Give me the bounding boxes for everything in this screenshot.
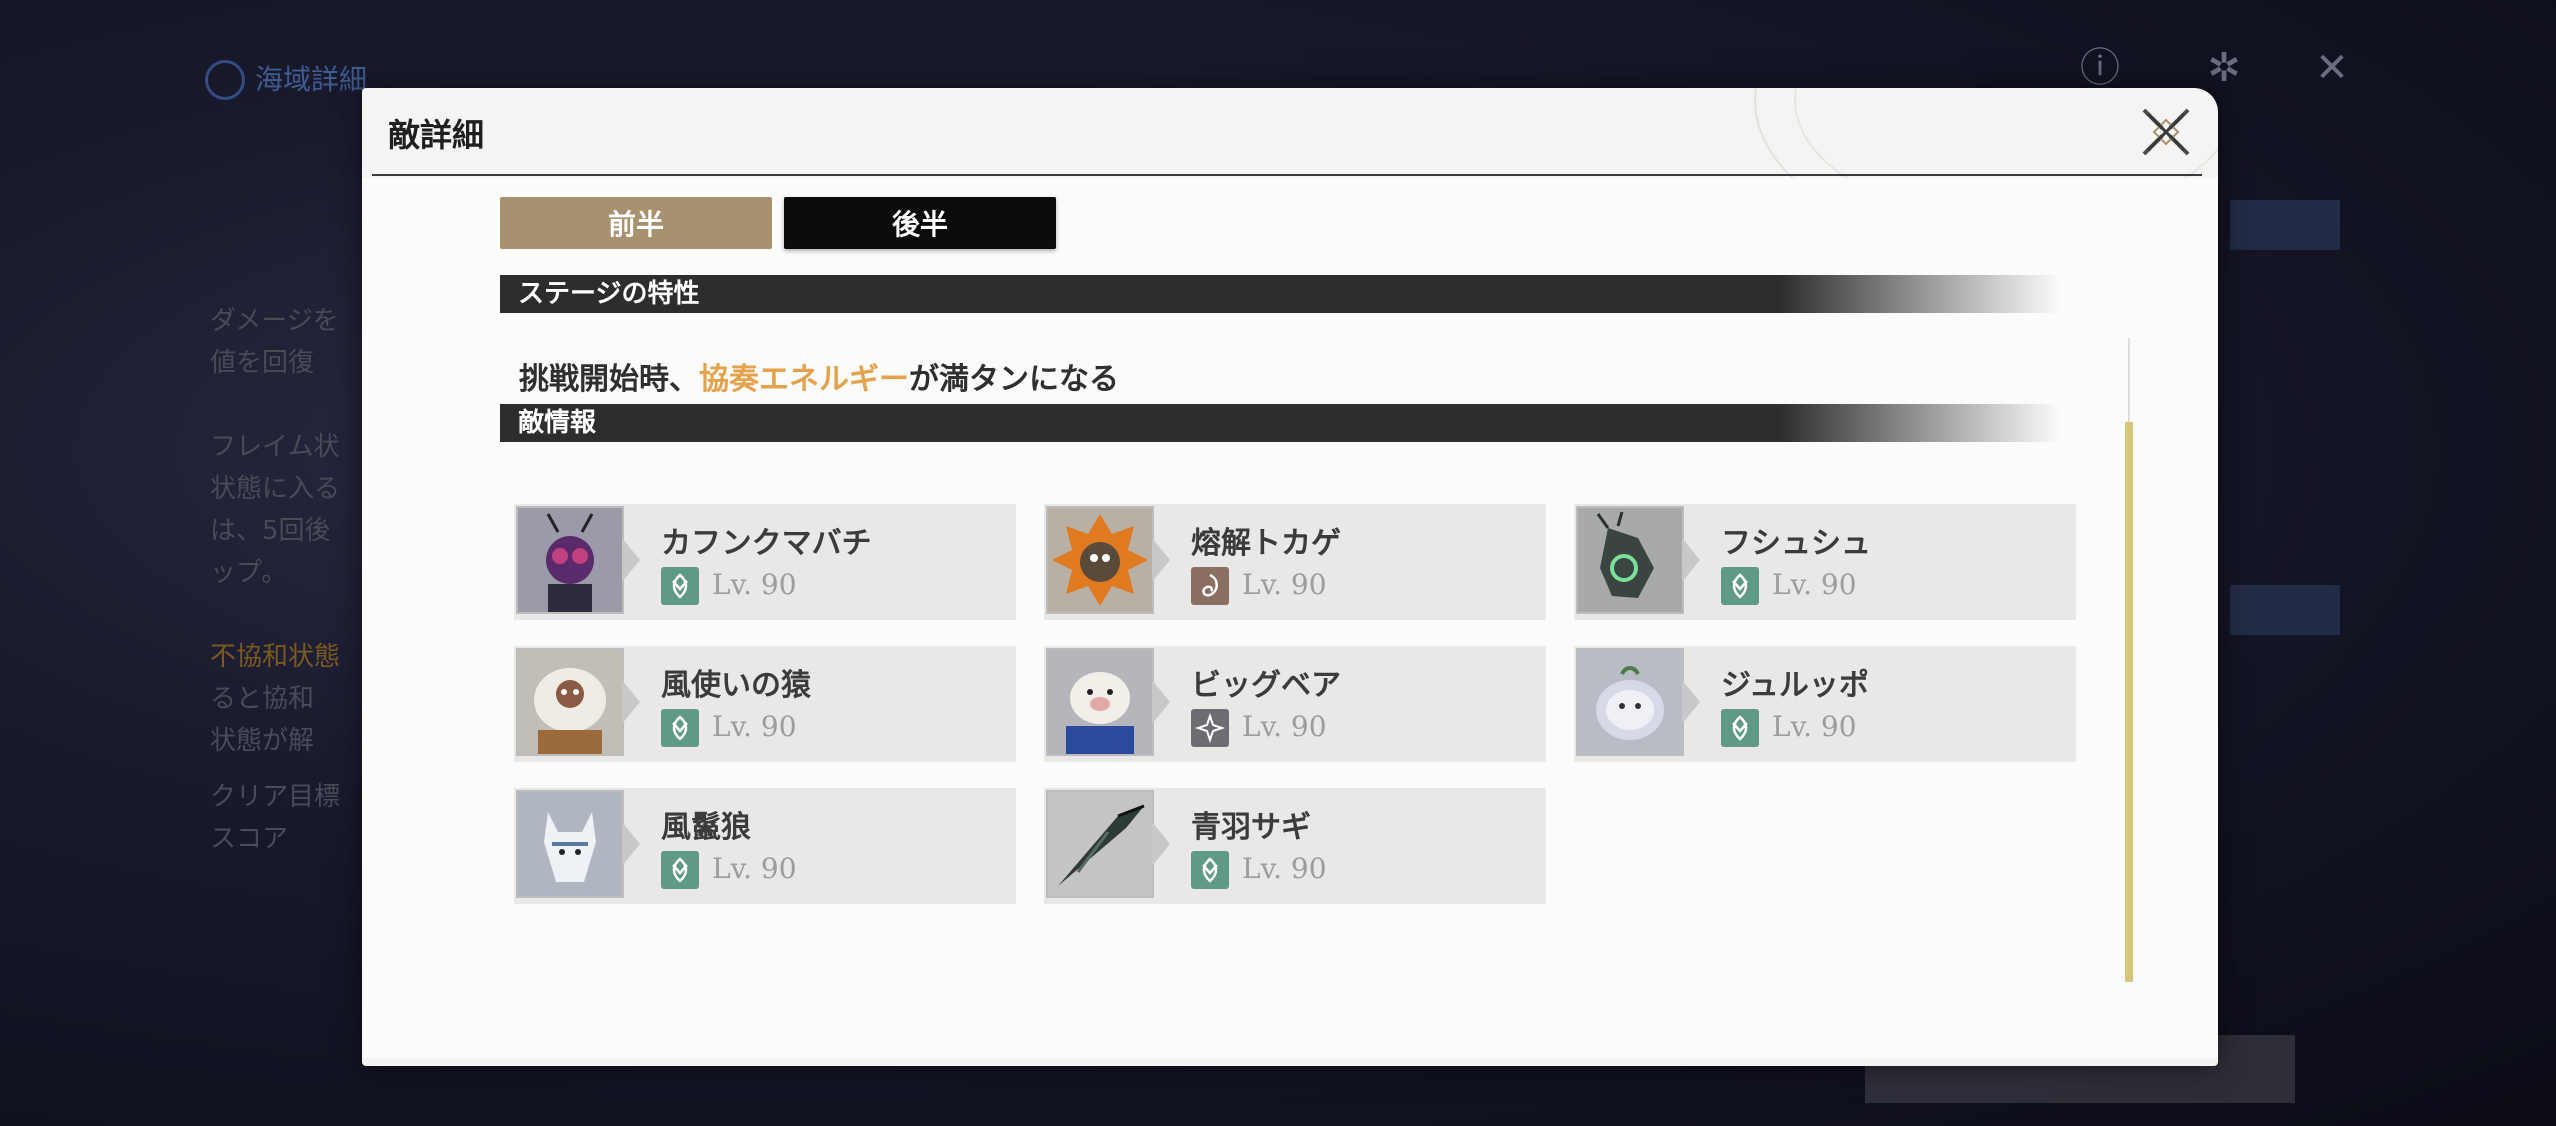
aero-attribute-icon — [1721, 709, 1759, 747]
background-side-panel: ダメージを 値を回復 フレイム状 状態に入る は、5回後 ップ。 不協和状態 る… — [210, 306, 341, 854]
enemy-portrait — [516, 506, 624, 614]
close-x-icon — [2142, 108, 2190, 156]
enemy-level: Lv. 90 — [1772, 710, 1857, 743]
background-badge — [2230, 200, 2340, 250]
header-divider — [372, 174, 2202, 176]
info-icon: ⓘ — [2080, 45, 2120, 91]
enemy-portrait — [1046, 790, 1154, 898]
stage-traits-header: ステージの特性 — [500, 275, 2060, 313]
enemy-detail-modal: 敵詳細 前半 後半 ステージの特性 挑戦開始時、協奏エネルギーが満タンになる 敵… — [362, 88, 2218, 1066]
enemy-card[interactable]: 青羽サギ Lv. 90 — [1044, 788, 1546, 904]
compass-icon: ✲ — [2207, 45, 2241, 91]
enemy-name: ビッグベア — [1191, 668, 1341, 703]
close-icon: ✕ — [2315, 45, 2349, 91]
aero-attribute-icon — [1191, 851, 1229, 889]
tab-first-half[interactable]: 前半 — [500, 197, 772, 249]
enemy-name: ジュルッポ — [1721, 668, 1869, 703]
enemy-portrait — [516, 648, 624, 756]
fusion-attribute-icon — [1191, 567, 1229, 605]
stage-trait-description: 挑戦開始時、協奏エネルギーが満タンになる — [519, 362, 1119, 397]
enemy-info-header: 敵情報 — [500, 404, 2060, 442]
enemy-name: カフンクマバチ — [661, 526, 872, 561]
enemy-portrait — [1046, 648, 1154, 756]
enemy-level: Lv. 90 — [1242, 852, 1327, 885]
enemy-card[interactable]: フシュシュ Lv. 90 — [1574, 504, 2076, 620]
enemy-level: Lv. 90 — [1772, 568, 1857, 601]
enemy-card[interactable]: ジュルッポ Lv. 90 — [1574, 646, 2076, 762]
enemy-card[interactable]: 熔解トカゲ Lv. 90 — [1044, 504, 1546, 620]
enemy-portrait — [1046, 506, 1154, 614]
enemy-portrait — [1576, 648, 1684, 756]
enemy-level: Lv. 90 — [1242, 710, 1327, 743]
enemy-name: 青羽サギ — [1191, 810, 1311, 845]
enemy-level: Lv. 90 — [712, 852, 797, 885]
background-title: 海域詳細 — [255, 63, 368, 96]
half-tabs: 前半 後半 — [500, 197, 1056, 249]
enemy-level: Lv. 90 — [712, 710, 797, 743]
enemy-name: フシュシュ — [1721, 526, 1871, 561]
enemy-name: 熔解トカゲ — [1191, 526, 1341, 561]
aero-attribute-icon — [1721, 567, 1759, 605]
tab-second-half[interactable]: 後半 — [784, 197, 1056, 249]
modal-header: 敵詳細 — [362, 88, 2218, 252]
logo-icon — [205, 60, 245, 100]
enemy-level: Lv. 90 — [1242, 568, 1327, 601]
enemy-portrait — [1576, 506, 1684, 614]
aero-attribute-icon — [661, 851, 699, 889]
enemy-level: Lv. 90 — [712, 568, 797, 601]
aero-attribute-icon — [661, 709, 699, 747]
enemy-card[interactable]: 風使いの猿 Lv. 90 — [514, 646, 1016, 762]
havoc-attribute-icon — [1191, 709, 1229, 747]
modal-content: 前半 後半 ステージの特性 挑戦開始時、協奏エネルギーが満タンになる 敵情報 カ… — [362, 178, 2218, 1058]
modal-title: 敵詳細 — [388, 116, 485, 154]
enemy-name: 風使いの猿 — [661, 668, 811, 703]
background-badge — [2230, 585, 2340, 635]
enemy-card[interactable]: 風鬣狼 Lv. 90 — [514, 788, 1016, 904]
enemy-name: 風鬣狼 — [661, 810, 751, 845]
enemy-portrait — [516, 790, 624, 898]
enemy-card[interactable]: ビッグベア Lv. 90 — [1044, 646, 1546, 762]
highlight-term: 協奏エネルギー — [699, 362, 909, 397]
scrollbar-thumb[interactable] — [2125, 422, 2133, 982]
close-button[interactable] — [2140, 106, 2192, 158]
aero-attribute-icon — [661, 567, 699, 605]
enemy-card[interactable]: カフンクマバチ Lv. 90 — [514, 504, 1016, 620]
